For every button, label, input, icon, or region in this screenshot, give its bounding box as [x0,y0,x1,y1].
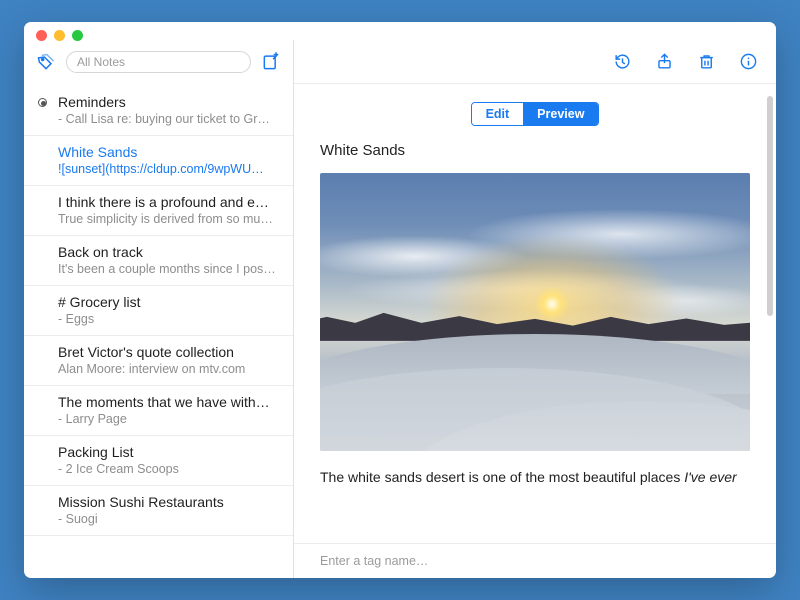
document-body: The white sands desert is one of the mos… [320,467,750,488]
note-subtitle: - Suogi [58,512,279,526]
compose-icon[interactable] [259,50,283,74]
note-item[interactable]: Back on track It's been a couple months s… [24,236,293,286]
tag-input[interactable]: Enter a tag name… [294,543,776,578]
note-title: Packing List [58,444,279,460]
note-item[interactable]: I think there is a profound and e… True s… [24,186,293,236]
main-pane: Edit Preview White Sands The white sands… [294,40,776,578]
tags-icon[interactable] [34,50,58,74]
tag-input-placeholder: Enter a tag name… [320,554,428,568]
note-title: The moments that we have with… [58,394,279,410]
window-zoom-button[interactable] [72,30,83,41]
search-placeholder: All Notes [77,55,125,69]
history-icon[interactable] [610,50,634,74]
note-item[interactable]: Packing List - 2 Ice Cream Scoops [24,436,293,486]
pin-icon [38,98,47,107]
share-icon[interactable] [652,50,676,74]
note-title: Reminders [58,94,279,110]
note-title: Mission Sushi Restaurants [58,494,279,510]
app-window: All Notes Reminders - Call Lisa re: buyin… [24,22,776,578]
scrollbar-thumb[interactable] [767,96,773,316]
note-item[interactable]: Reminders - Call Lisa re: buying our tick… [24,84,293,136]
search-input[interactable]: All Notes [66,51,251,73]
window-titlebar [24,22,776,40]
document-title: White Sands [320,142,750,159]
sidebar-toolbar: All Notes [24,40,293,84]
trash-icon[interactable] [694,50,718,74]
window-close-button[interactable] [36,30,47,41]
note-subtitle: It's been a couple months since I pos… [58,262,279,276]
note-title: I think there is a profound and e… [58,194,279,210]
note-title: White Sands [58,144,279,160]
note-item[interactable]: # Grocery list - Eggs [24,286,293,336]
note-subtitle: - 2 Ice Cream Scoops [58,462,279,476]
note-title: Bret Victor's quote collection [58,344,279,360]
segmented-preview-button[interactable]: Preview [523,103,598,125]
content-split: All Notes Reminders - Call Lisa re: buyin… [24,40,776,578]
note-item[interactable]: The moments that we have with… - Larry Pa… [24,386,293,436]
document-body-plain: The white sands desert is one of the mos… [320,469,684,485]
edit-preview-segmented: Edit Preview [471,102,600,126]
main-toolbar [294,40,776,84]
editor-scroll[interactable]: Edit Preview White Sands The white sands… [294,84,776,543]
note-subtitle: Alan Moore: interview on mtv.com [58,362,279,376]
document-hero-image [320,173,750,451]
note-subtitle: True simplicity is derived from so mu… [58,212,279,226]
note-subtitle: - Eggs [58,312,279,326]
note-title: # Grocery list [58,294,279,310]
info-icon[interactable] [736,50,760,74]
window-minimize-button[interactable] [54,30,65,41]
note-subtitle: ![sunset](https://cldup.com/9wpWU… [58,162,279,176]
note-subtitle: - Larry Page [58,412,279,426]
segmented-edit-button[interactable]: Edit [472,103,524,125]
sidebar: All Notes Reminders - Call Lisa re: buyin… [24,40,294,578]
document-body-emphasis: I've ever [684,469,736,485]
note-item[interactable]: Mission Sushi Restaurants - Suogi [24,486,293,536]
note-title: Back on track [58,244,279,260]
note-subtitle: - Call Lisa re: buying our ticket to Gr… [58,112,279,126]
note-list[interactable]: Reminders - Call Lisa re: buying our tick… [24,84,293,578]
note-item[interactable]: Bret Victor's quote collection Alan Moore… [24,336,293,386]
note-item[interactable]: White Sands ![sunset](https://cldup.com/9… [24,136,293,186]
